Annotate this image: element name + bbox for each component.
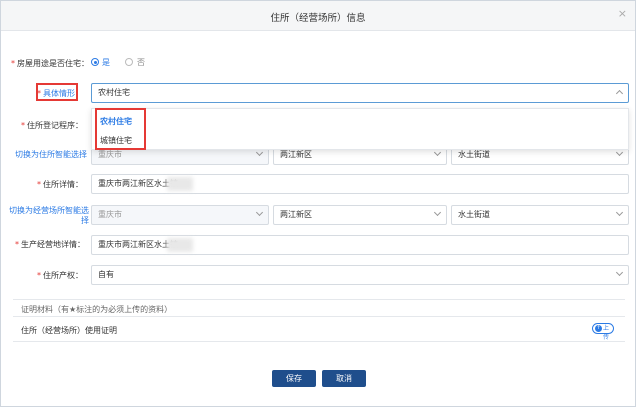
- section-divider: [13, 299, 625, 300]
- business-street-select[interactable]: 水土街道: [451, 205, 629, 225]
- property-right-label-text: 住所产权：: [43, 271, 83, 280]
- proof-section-title: 证明材料（有★标注的为必须上传的资料）: [21, 305, 173, 314]
- registration-procedure-label-text: 住所登记程序：: [27, 121, 83, 130]
- dropdown-option-urban[interactable]: 城镇住宅: [100, 135, 132, 146]
- required-marker: *: [11, 59, 15, 68]
- proof-item-label: 住所（经营场所）使用证明: [21, 326, 117, 335]
- section-divider: [13, 316, 625, 317]
- business-detail-label-text: 生产经营地详情：: [21, 240, 85, 249]
- chevron-down-icon: [433, 148, 442, 157]
- business-detail-value: 重庆市两江新区水土镇: [98, 240, 178, 249]
- business-detail-label: * 生产经营地详情：: [11, 239, 85, 250]
- redaction-blur: [167, 177, 193, 191]
- specific-case-label-text: 具体情形：: [43, 89, 83, 98]
- chevron-down-icon: [255, 208, 264, 217]
- business-street-value: 水土街道: [458, 210, 490, 219]
- business-district-value: 两江新区: [280, 210, 312, 219]
- house-use-label: * 房屋用途是否住宅：: [11, 58, 89, 69]
- business-city-select[interactable]: 重庆市: [91, 205, 269, 225]
- house-use-label-text: 房屋用途是否住宅：: [17, 59, 89, 68]
- property-right-select[interactable]: 自有: [91, 265, 629, 285]
- save-button[interactable]: 保存: [272, 370, 316, 387]
- redaction-blur: [167, 238, 193, 252]
- dropdown-option-rural[interactable]: 农村住宅: [100, 116, 132, 127]
- address-detail-label-text: 住所详情：: [43, 180, 83, 189]
- registration-procedure-label: * 住所登记程序：: [13, 120, 83, 131]
- specific-case-label: * 具体情形：: [35, 88, 83, 99]
- business-city-value: 重庆市: [98, 210, 122, 219]
- upload-label: 上传: [603, 325, 610, 341]
- dialog-title: 住所（经营场所）信息: [270, 13, 366, 24]
- upload-icon: ↑: [595, 325, 602, 332]
- house-use-no-label[interactable]: 否: [137, 57, 145, 68]
- house-use-yes-label[interactable]: 是: [102, 57, 110, 68]
- required-marker: *: [37, 89, 41, 98]
- address-detail-value: 重庆市两江新区水土镇: [98, 179, 178, 188]
- chevron-down-icon: [615, 268, 624, 277]
- specific-case-select[interactable]: 农村住宅: [91, 83, 629, 103]
- chevron-down-icon: [615, 148, 624, 157]
- chevron-down-icon: [433, 208, 442, 217]
- address-info-dialog: 住所（经营场所）信息 × * 房屋用途是否住宅： 是 否 * 具体情形： 农村住宅 …: [0, 0, 636, 407]
- address-street-value: 水土街道: [458, 150, 490, 159]
- address-city-value: 重庆市: [98, 150, 122, 159]
- upload-button[interactable]: ↑ 上传: [592, 323, 614, 341]
- dialog-header: 住所（经营场所）信息 ×: [1, 1, 635, 31]
- chevron-down-icon: [615, 208, 624, 217]
- business-smart-link-text: 切换为经营场所智能选择: [9, 206, 89, 225]
- house-use-yes-radio[interactable]: [91, 58, 99, 66]
- address-detail-label: * 住所详情：: [11, 179, 83, 190]
- chevron-up-icon: [615, 89, 624, 98]
- address-smart-link[interactable]: 切换为住所智能选择: [9, 149, 87, 160]
- specific-case-value: 农村住宅: [98, 88, 130, 97]
- address-district-value: 两江新区: [280, 150, 312, 159]
- required-marker: *: [21, 121, 25, 130]
- specific-case-dropdown: 农村住宅 城镇住宅: [91, 108, 629, 150]
- chevron-down-icon: [255, 148, 264, 157]
- property-right-value: 自有: [98, 270, 114, 279]
- house-use-no-radio[interactable]: [125, 58, 133, 66]
- business-smart-link[interactable]: 切换为经营场所智能选择: [9, 206, 89, 226]
- business-district-select[interactable]: 两江新区: [273, 205, 447, 225]
- required-marker: *: [37, 271, 41, 280]
- section-divider: [13, 341, 625, 342]
- required-marker: *: [15, 240, 19, 249]
- required-marker: *: [37, 180, 41, 189]
- cancel-button[interactable]: 取消: [322, 370, 366, 387]
- close-icon[interactable]: ×: [618, 7, 627, 20]
- property-right-label: * 住所产权：: [11, 270, 83, 281]
